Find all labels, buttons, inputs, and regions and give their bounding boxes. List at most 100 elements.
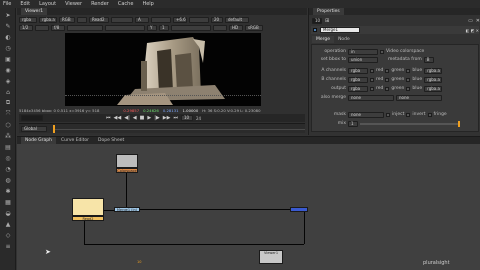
fps-field[interactable]: 24 bbox=[196, 116, 201, 121]
mix-slider-handle[interactable] bbox=[458, 120, 460, 127]
y-toggle[interactable]: Y bbox=[147, 25, 157, 31]
display-select[interactable]: RGB bbox=[59, 17, 75, 23]
close-all-icon[interactable]: ✕ bbox=[476, 18, 480, 24]
invert-checkbox[interactable] bbox=[406, 112, 411, 117]
b-green-checkbox[interactable] bbox=[385, 77, 390, 82]
tab-node-graph[interactable]: Node Graph bbox=[21, 137, 56, 144]
a-channels-select[interactable]: rgba bbox=[348, 67, 368, 74]
metadata-icon[interactable]: ◔ bbox=[3, 165, 13, 173]
out-blue-checkbox[interactable] bbox=[406, 86, 411, 91]
input-a-select[interactable]: Read2 bbox=[89, 17, 109, 23]
views-icon[interactable]: ◎ bbox=[3, 154, 13, 162]
tab-curve-editor[interactable]: Curve Editor bbox=[57, 137, 93, 144]
time-icon[interactable]: ◷ bbox=[3, 44, 13, 52]
gamma-value-field[interactable]: 1 bbox=[159, 25, 169, 31]
step-back-icon[interactable]: ◀| bbox=[124, 115, 130, 121]
tab-node[interactable]: Node bbox=[334, 36, 354, 43]
output-select[interactable]: rgba bbox=[348, 85, 368, 92]
channel-icon[interactable]: ▣ bbox=[3, 55, 13, 63]
deep-icon[interactable]: ▤ bbox=[3, 143, 13, 151]
draw-icon[interactable]: ◐ bbox=[3, 33, 13, 41]
viewport[interactable] bbox=[65, 33, 261, 106]
blank-select-2[interactable] bbox=[151, 17, 171, 23]
blank-select-3[interactable] bbox=[35, 25, 49, 31]
glass-icon[interactable]: ◇ bbox=[3, 231, 13, 239]
cineframe-icon[interactable]: ▦ bbox=[3, 198, 13, 206]
more-icon[interactable]: ≡ bbox=[3, 242, 13, 250]
alpha-select[interactable]: rgba.a bbox=[39, 17, 57, 23]
paint-icon[interactable]: ✎ bbox=[3, 22, 13, 30]
out-alpha-select[interactable]: rgba.a bbox=[424, 85, 443, 92]
set-bbox-select[interactable]: union bbox=[348, 56, 378, 63]
node-viewer1[interactable]: Viewer1 bbox=[259, 250, 283, 264]
gamma2-slider[interactable] bbox=[171, 25, 211, 31]
node-color-swatch[interactable] bbox=[313, 28, 317, 32]
play-icon[interactable]: ▶ bbox=[147, 115, 151, 121]
wipe-select[interactable] bbox=[111, 17, 133, 23]
node-read2-label[interactable]: Read2 bbox=[72, 216, 104, 221]
lut-select[interactable]: default bbox=[225, 17, 249, 23]
a-red-checkbox[interactable] bbox=[370, 68, 374, 73]
also-merge-select-2[interactable]: none bbox=[396, 94, 442, 101]
other-icon[interactable]: ✱ bbox=[3, 187, 13, 195]
tab-properties[interactable]: Properties bbox=[313, 8, 344, 15]
tab-merge[interactable]: Merge bbox=[312, 36, 335, 43]
keyer-icon[interactable]: ⌂ bbox=[3, 88, 13, 96]
input-b-select[interactable]: A bbox=[135, 17, 149, 23]
also-merge-select-1[interactable]: none bbox=[348, 94, 394, 101]
b-channels-select[interactable]: rgba bbox=[348, 76, 368, 83]
inject-checkbox[interactable] bbox=[386, 112, 390, 117]
color-icon[interactable]: ◉ bbox=[3, 66, 13, 74]
mix-slider[interactable] bbox=[360, 120, 460, 127]
colorspace-select[interactable]: sRGB bbox=[245, 25, 263, 31]
scope-select[interactable]: Global bbox=[21, 126, 47, 132]
gamma-slider[interactable] bbox=[105, 25, 145, 31]
channel-select[interactable]: rgba bbox=[19, 17, 37, 23]
menu-layout[interactable]: Layout bbox=[39, 1, 56, 7]
node-read2-thumbnail[interactable] bbox=[72, 198, 104, 216]
menu-viewer[interactable]: Viewer bbox=[65, 1, 82, 7]
out-red-checkbox[interactable] bbox=[370, 86, 374, 91]
menu-edit[interactable]: Edit bbox=[20, 1, 30, 7]
node-canvas[interactable]: Colorspace Read2 Merge1 (in) 10 Viewer1 … bbox=[17, 144, 480, 270]
fstop-slider[interactable] bbox=[67, 25, 103, 31]
first-frame-icon[interactable]: ⏮ bbox=[106, 115, 111, 121]
gamma-field[interactable]: 20 bbox=[211, 17, 223, 23]
prev-key-icon[interactable]: ◀◀ bbox=[114, 115, 122, 121]
node-merge1[interactable]: Merge1 (in) bbox=[114, 207, 140, 212]
roi-toggle[interactable] bbox=[213, 25, 227, 31]
mix-field[interactable]: 1 bbox=[348, 120, 358, 127]
a-green-checkbox[interactable] bbox=[385, 68, 390, 73]
step-forward-icon[interactable]: |▶ bbox=[154, 115, 160, 121]
format-select[interactable]: HD bbox=[229, 25, 243, 31]
menu-render[interactable]: Render bbox=[91, 1, 109, 7]
out-green-checkbox[interactable] bbox=[385, 86, 390, 91]
node-top-label[interactable]: Colorspace bbox=[116, 168, 138, 173]
transform-icon[interactable]: ⤧ bbox=[3, 110, 13, 118]
a-alpha-select[interactable]: rgba.a bbox=[424, 67, 443, 74]
tab-viewer1[interactable]: Viewer1 bbox=[21, 8, 48, 15]
tab-dope-sheet[interactable]: Dope Sheet bbox=[94, 137, 128, 144]
menu-cache[interactable]: Cache bbox=[118, 1, 134, 7]
header-icons[interactable]: ◧ ◩ ✕ bbox=[466, 28, 479, 33]
ocio-icon[interactable]: ◒ bbox=[3, 209, 13, 217]
float-icon[interactable]: ▭ bbox=[468, 18, 473, 24]
node-right-small[interactable] bbox=[290, 207, 308, 212]
video-colorspace-checkbox[interactable] bbox=[380, 49, 384, 54]
node-name-field[interactable]: Merge1 bbox=[320, 27, 360, 33]
last-frame-icon[interactable]: ⏭ bbox=[173, 115, 178, 121]
proxy-select[interactable]: 1/2 bbox=[19, 25, 33, 31]
pointer-icon[interactable]: ➤ bbox=[3, 11, 13, 19]
node-top-thumbnail[interactable] bbox=[116, 154, 138, 168]
frame-field[interactable] bbox=[21, 115, 43, 121]
stop-icon[interactable]: ■ bbox=[140, 115, 145, 121]
operation-select[interactable]: in bbox=[348, 48, 378, 55]
menu-help[interactable]: Help bbox=[142, 1, 153, 7]
a-blue-checkbox[interactable] bbox=[406, 68, 411, 73]
frame-increment-field[interactable]: 10 bbox=[180, 115, 193, 121]
max-panels-field[interactable]: 10 bbox=[312, 17, 322, 24]
b-alpha-select[interactable]: rgba.a bbox=[424, 76, 443, 83]
fstop-field[interactable]: f/8 bbox=[51, 25, 65, 31]
particles-icon[interactable]: ⁂ bbox=[3, 132, 13, 140]
fringe-checkbox[interactable] bbox=[427, 112, 432, 117]
